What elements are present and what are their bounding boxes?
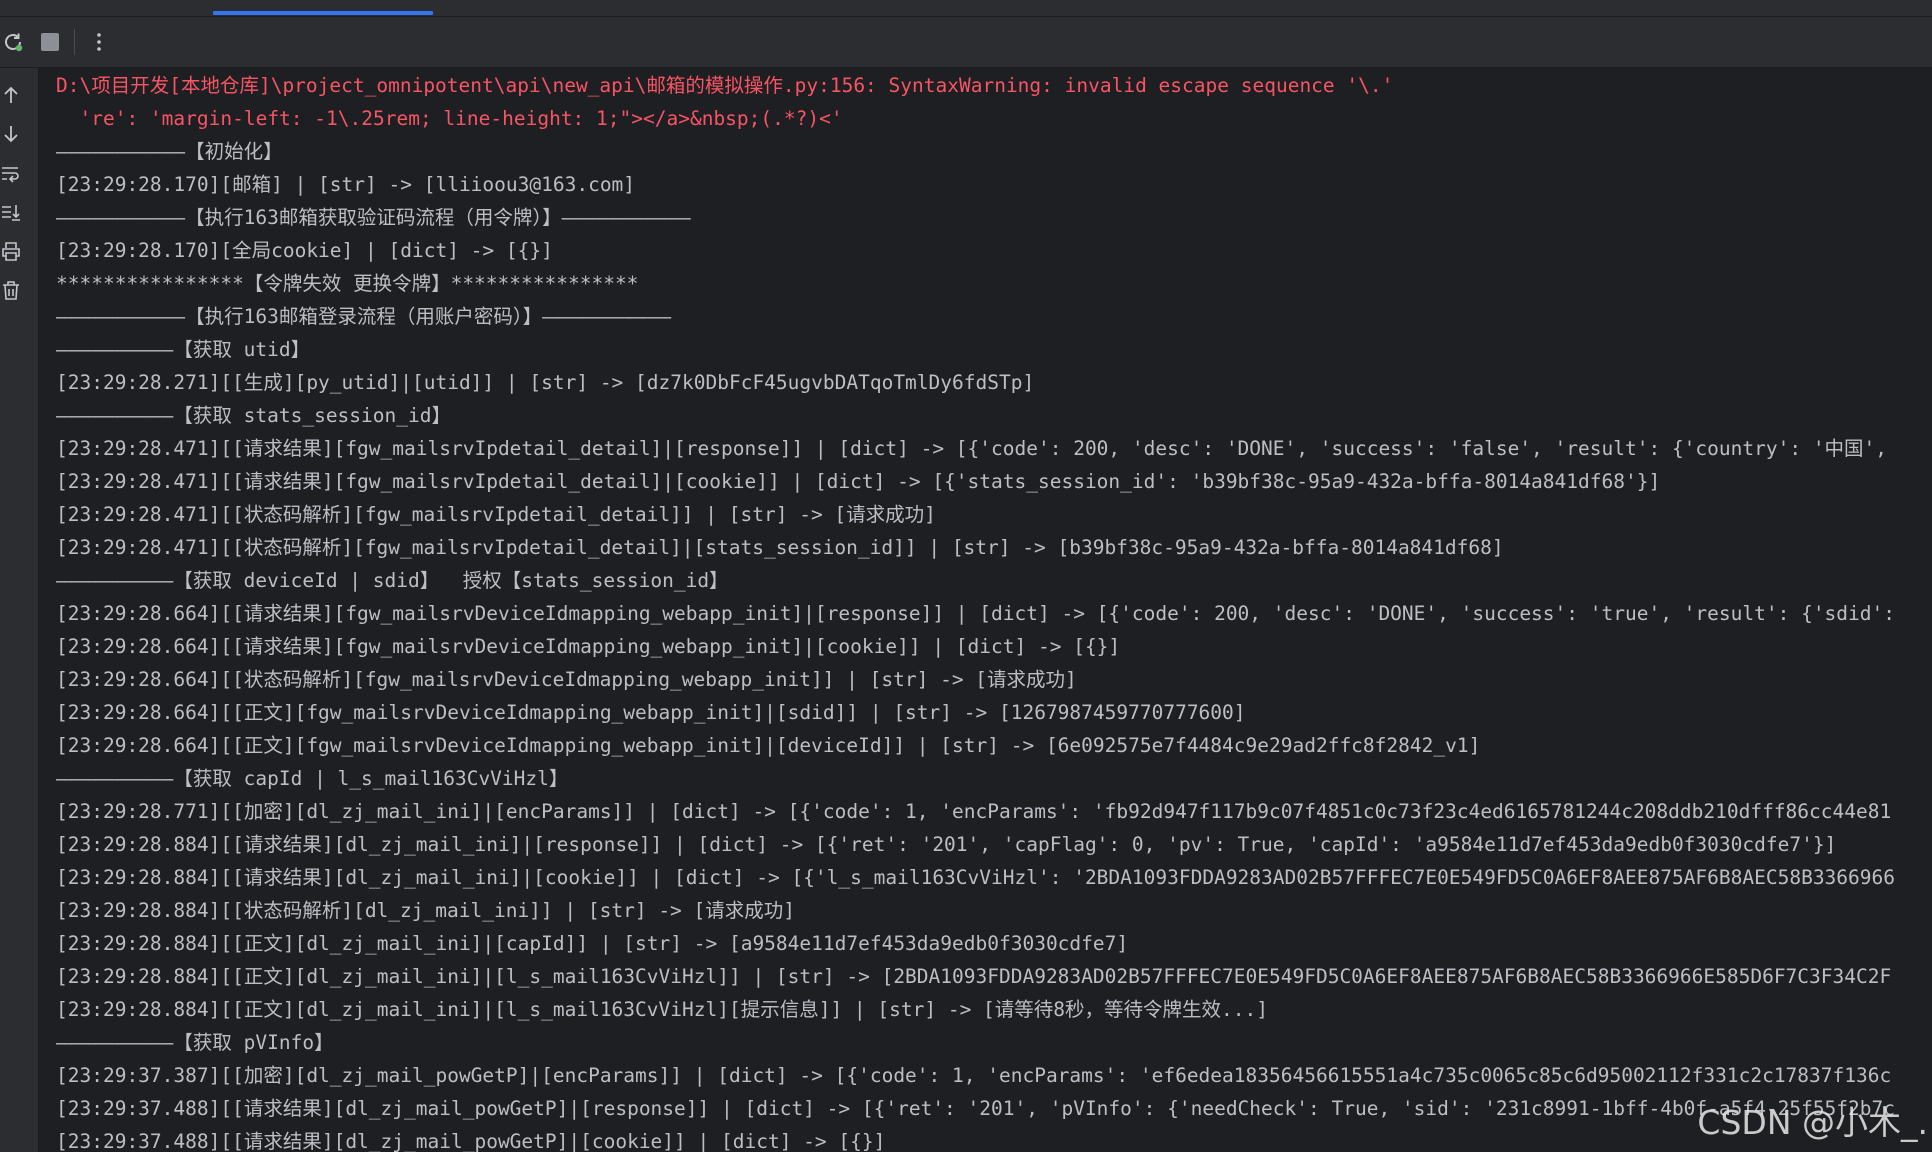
console-line: [23:29:28.471][[请求结果][fgw_mailsrvIpdetai… [56,470,1661,493]
console-line: [23:29:28.664][[正文][fgw_mailsrvDeviceIdm… [56,734,1481,757]
console-line: ****************【令牌失效 更换令牌】*************… [56,272,639,295]
console-line: ——————————【获取 utid】 [56,338,311,361]
console-line: ——————————【获取 capId | l_s_mail163CvViHzl… [56,767,569,790]
console-line: [23:29:28.884][[正文][dl_zj_mail_ini]|[cap… [56,932,1129,955]
console-line: [23:29:28.884][[正文][dl_zj_mail_ini]|[l_s… [56,965,1892,988]
console-line: ——————————【获取 pVInfo】 [56,1031,334,1054]
console-side-toolbar [0,68,39,1152]
soft-wrap-icon[interactable] [0,162,22,184]
console-line: [23:29:28.884][[正文][dl_zj_mail_ini]|[l_s… [56,998,1268,1021]
console-line: [23:29:28.664][[正文][fgw_mailsrvDeviceIdm… [56,701,1246,724]
scroll-to-end-icon[interactable] [0,201,22,223]
top-tab-bar [0,0,1932,17]
console-line: ———————————【执行163邮箱获取验证码流程（用令牌）】————————… [56,206,691,229]
console-line: [23:29:28.664][[请求结果][fgw_mailsrvDeviceI… [56,635,1121,658]
console-line: [23:29:28.884][[请求结果][dl_zj_mail_ini]|[c… [56,866,1895,889]
console-line: ——————————【获取 stats_session_id】 [56,404,451,427]
console-line: [23:29:28.664][[请求结果][fgw_mailsrvDeviceI… [56,602,1895,625]
console-warning-line: D:\项目开发[本地仓库]\project_omnipotent\api\new… [56,74,1394,97]
toolbar-separator [74,29,75,55]
console-line: ——————————【获取 deviceId | sdid】 授权【stats_… [56,569,729,592]
console-line: [23:29:37.488][[请求结果][dl_zj_mail_powGetP… [56,1130,886,1152]
console-line: [23:29:28.771][[加密][dl_zj_mail_ini]|[enc… [56,800,1892,823]
console-line: [23:29:28.664][[状态码解析][fgw_mailsrvDevice… [56,668,1077,691]
console-line: [23:29:28.884][[请求结果][dl_zj_mail_ini]|[r… [56,833,1837,856]
run-toolbar [0,17,1932,68]
watermark: CSDN @小木_. [1697,1103,1928,1142]
active-tab-indicator [213,11,433,15]
console-line: [23:29:28.884][[状态码解析][dl_zj_mail_ini]] … [56,899,796,922]
more-vertical-icon[interactable] [86,29,112,55]
console-line: [23:29:28.170][全局cookie] | [dict] -> [{}… [56,239,553,262]
arrow-up-icon[interactable] [0,84,22,106]
arrow-down-icon[interactable] [0,123,22,145]
console-warning-line: 're': 'margin-left: -1\.25rem; line-heig… [56,107,843,130]
console-line: [23:29:28.471][[请求结果][fgw_mailsrvIpdetai… [56,437,1888,460]
console-line: [23:29:28.170][邮箱] | [str] -> [lliioou3@… [56,173,636,196]
console-output[interactable]: D:\项目开发[本地仓库]\project_omnipotent\api\new… [56,69,1932,1152]
console-line: [23:29:37.488][[请求结果][dl_zj_mail_powGetP… [56,1097,1895,1120]
console-line: ———————————【执行163邮箱登录流程（用账户密码）】—————————… [56,305,672,328]
console-line: [23:29:28.471][[状态码解析][fgw_mailsrvIpdeta… [56,536,1504,559]
console-line: [23:29:28.271][[生成][py_utid]|[utid]] | [… [56,371,1035,394]
rerun-icon[interactable] [0,29,26,55]
console-line: ———————————【初始化】 [56,140,283,163]
console-line: [23:29:28.471][[状态码解析][fgw_mailsrvIpdeta… [56,503,936,526]
stop-icon[interactable] [37,29,63,55]
print-icon[interactable] [0,240,22,262]
console-line: [23:29:37.387][[加密][dl_zj_mail_powGetP]|… [56,1064,1892,1087]
trash-icon[interactable] [0,279,22,301]
